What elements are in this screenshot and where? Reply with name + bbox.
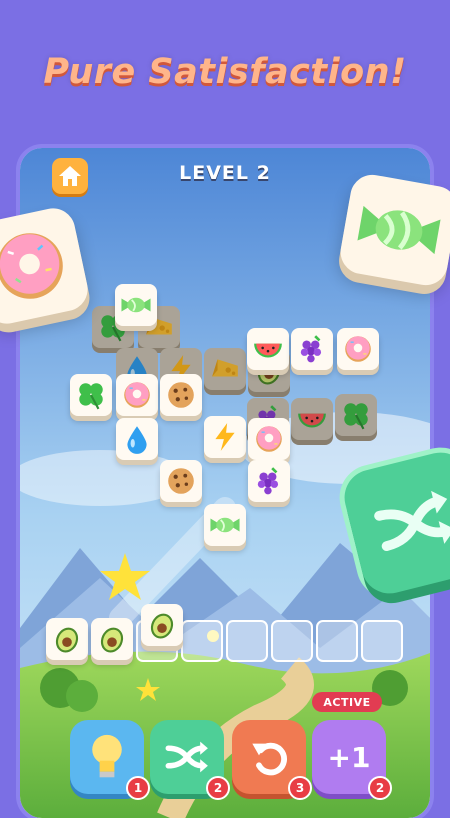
undo-count: 3 — [288, 776, 312, 800]
avocado-icon — [150, 613, 174, 639]
cookie-icon — [168, 468, 194, 494]
candy-icon — [357, 205, 441, 255]
board-tile[interactable] — [337, 328, 379, 370]
board-tile[interactable] — [115, 284, 157, 326]
candy-icon — [210, 517, 240, 533]
board-tile[interactable] — [160, 374, 202, 416]
shuffle-count: 2 — [206, 776, 230, 800]
grapes-icon — [300, 335, 322, 363]
donut-icon — [345, 336, 371, 362]
active-tag: ACTIVE — [312, 692, 382, 712]
lightning-icon — [215, 423, 235, 451]
board-tile[interactable] — [335, 394, 377, 436]
donut-icon — [0, 233, 63, 299]
clover-icon — [344, 403, 368, 430]
extra-slot-booster-button[interactable]: +1 2 — [312, 720, 392, 800]
board-tile[interactable] — [160, 460, 202, 502]
tray-slot — [361, 620, 403, 662]
shuffle-icon — [374, 490, 450, 552]
candy-icon — [121, 297, 151, 313]
hint-booster-button[interactable]: 1 — [70, 720, 150, 800]
undo-booster-button[interactable]: 3 — [232, 720, 312, 800]
cheese-icon — [212, 359, 238, 377]
board-tile[interactable] — [248, 418, 290, 460]
board-tile[interactable] — [291, 328, 333, 370]
lightbulb-icon — [92, 734, 122, 778]
tray-slot — [271, 620, 313, 662]
board-tile[interactable] — [116, 374, 158, 416]
booster-bar: 1 2 3 +1 2 — [0, 714, 450, 800]
board-tile[interactable] — [204, 504, 246, 546]
board-tile[interactable] — [291, 398, 333, 440]
avocado-icon — [100, 627, 124, 653]
board-tile[interactable] — [204, 348, 246, 390]
donut-icon — [256, 426, 282, 452]
shuffle-booster-button[interactable]: 2 — [150, 720, 230, 800]
board-tile[interactable] — [204, 416, 246, 458]
board-tile[interactable] — [247, 328, 289, 370]
avocado-icon — [55, 627, 79, 653]
donut-icon — [124, 382, 150, 408]
watermelon-icon — [254, 343, 282, 358]
plus-one-icon: +1 — [327, 740, 371, 774]
tray-tile — [46, 618, 88, 660]
shuffle-icon — [165, 741, 208, 773]
hint-count: 1 — [126, 776, 150, 800]
water-drop-icon — [127, 426, 147, 454]
undo-icon — [252, 742, 287, 776]
clover-icon — [79, 383, 103, 410]
cookie-icon — [168, 382, 194, 408]
tray-tile — [141, 604, 183, 646]
board-tile[interactable] — [248, 460, 290, 502]
grapes-icon — [257, 467, 279, 495]
board-tile[interactable] — [116, 418, 158, 460]
board-tile[interactable] — [70, 374, 112, 416]
watermelon-icon — [298, 413, 326, 428]
tray-slot — [226, 620, 268, 662]
tray-tile — [91, 618, 133, 660]
floating-candy-tile — [337, 171, 450, 289]
extra-slot-count: 2 — [368, 776, 392, 800]
headline: Pure Satisfaction! — [43, 52, 407, 92]
tray-slot — [316, 620, 358, 662]
tray-slot — [181, 620, 223, 662]
